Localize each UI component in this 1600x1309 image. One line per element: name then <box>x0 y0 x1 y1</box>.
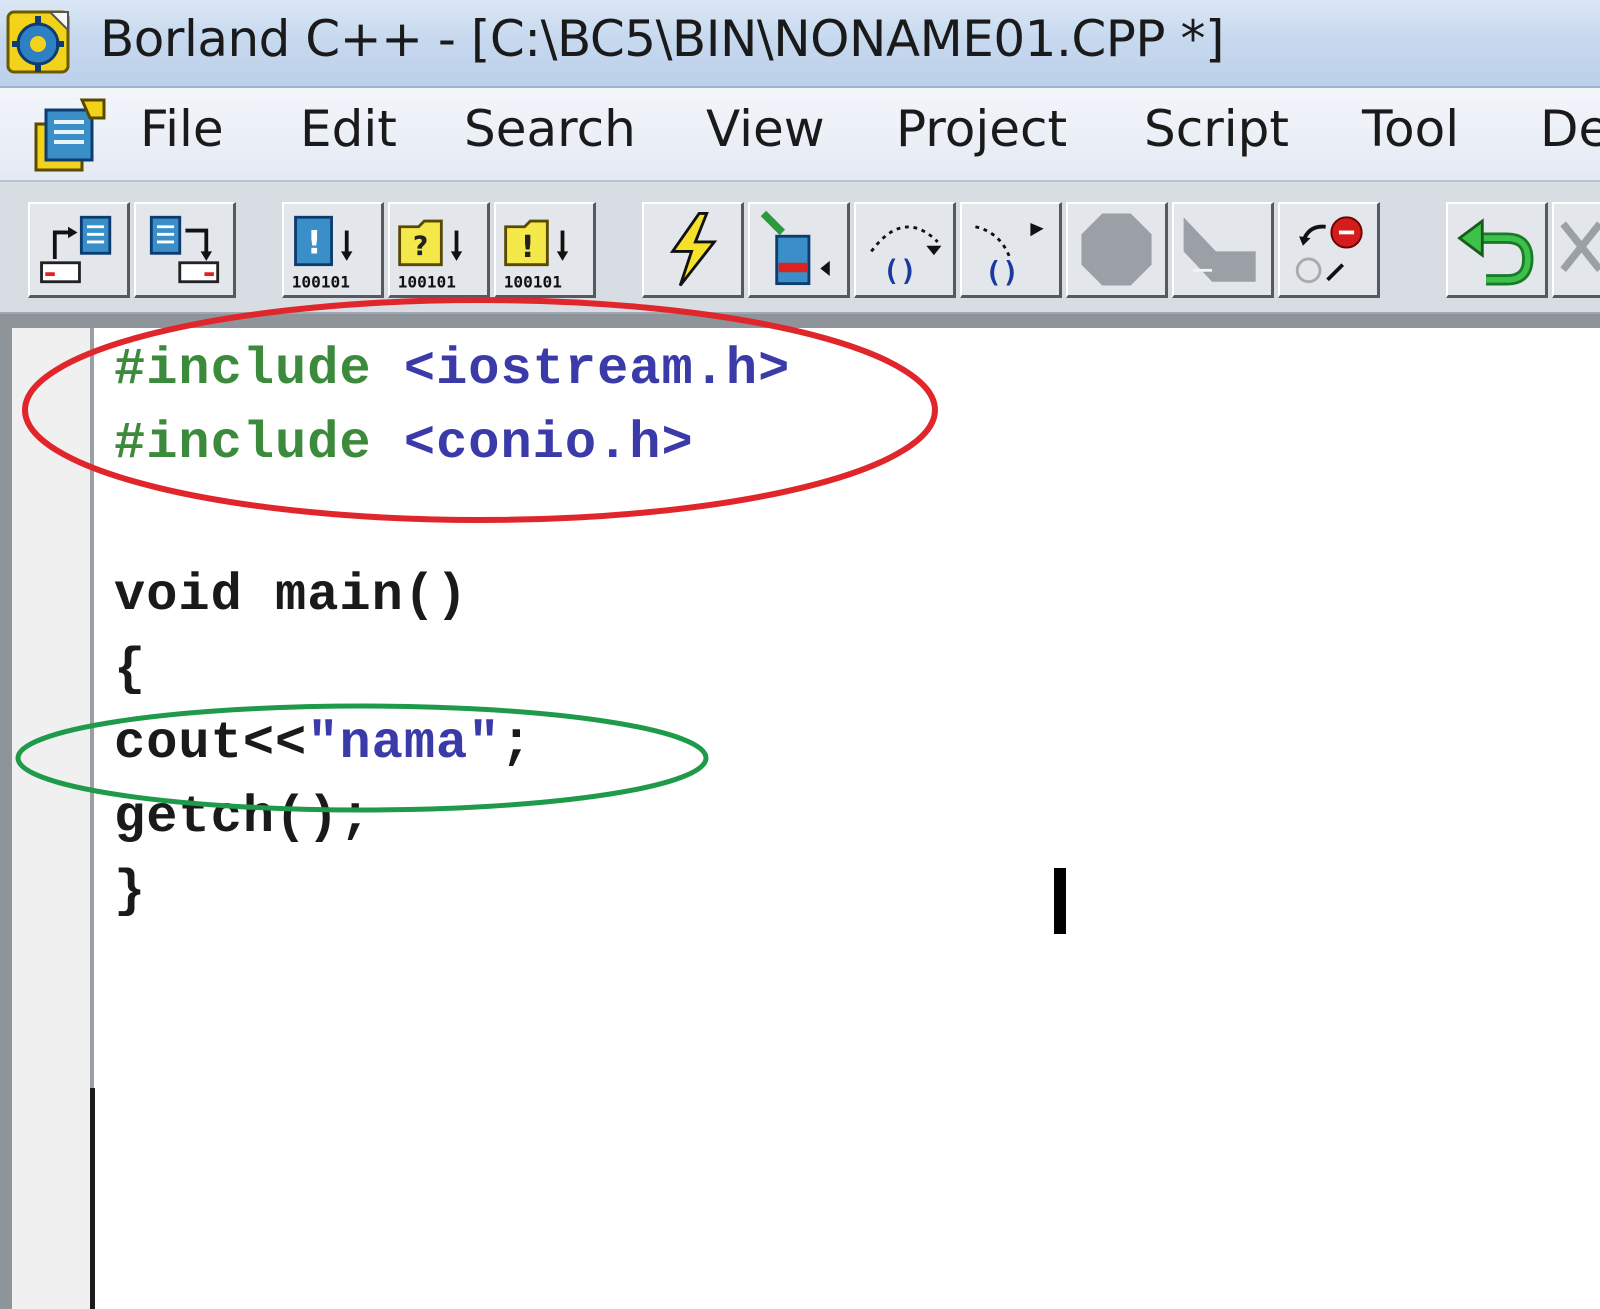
open-file-icon <box>40 215 112 284</box>
editor-gutter <box>12 328 94 1309</box>
breakpoint-button[interactable] <box>1278 202 1380 298</box>
menu-search[interactable]: Search <box>464 100 636 158</box>
run-icon <box>669 212 718 287</box>
toolbar: ! 100101 ? 100101 ! 100101 () () <box>0 182 1600 314</box>
header-name: <conio.h> <box>403 414 694 473</box>
pause-icon <box>1183 217 1256 282</box>
menu-file[interactable]: File <box>140 100 224 158</box>
svg-text:(): () <box>985 256 1019 289</box>
stop-button[interactable] <box>1066 202 1168 298</box>
svg-text:?: ? <box>413 231 428 262</box>
svg-text:!: ! <box>307 223 322 261</box>
undo-button[interactable] <box>1446 202 1548 298</box>
semicolon: ; <box>500 714 533 773</box>
title-bar: Borland C++ - [C:\BC5\BIN\NONAME01.CPP *… <box>0 0 1600 88</box>
header-name: <iostream.h> <box>403 340 791 399</box>
debug-run-button[interactable] <box>748 202 850 298</box>
menu-debug[interactable]: De <box>1540 100 1600 158</box>
cout-operator: cout<< <box>114 714 308 773</box>
debug-run-icon <box>760 210 830 286</box>
menu-edit[interactable]: Edit <box>300 100 397 158</box>
svg-text:100101: 100101 <box>504 272 562 291</box>
breakpoint-icon <box>1295 216 1363 284</box>
preprocessor-directive: #include <box>114 340 372 399</box>
make-icon: ? 100101 <box>398 219 463 291</box>
run-button[interactable] <box>642 202 744 298</box>
step-over-button[interactable]: () <box>854 202 956 298</box>
code-line-4: { <box>114 640 147 699</box>
svg-text:100101: 100101 <box>292 272 350 291</box>
make-button[interactable]: ? 100101 <box>388 202 490 298</box>
menu-project[interactable]: Project <box>896 100 1067 158</box>
cut-icon <box>1560 221 1600 272</box>
svg-text:100101: 100101 <box>398 272 456 291</box>
menu-tool[interactable]: Tool <box>1362 100 1459 158</box>
cut-button[interactable] <box>1552 202 1600 298</box>
undo-icon <box>1457 218 1534 286</box>
pause-button[interactable] <box>1172 202 1274 298</box>
code-line-5: cout<<"nama"; <box>114 714 533 773</box>
compile-button[interactable]: ! 100101 <box>282 202 384 298</box>
code-line-1: #include <iostream.h> <box>114 340 790 399</box>
menu-view[interactable]: View <box>706 100 825 158</box>
step-over-icon: () <box>870 225 942 287</box>
text-cursor <box>1054 868 1066 934</box>
svg-text:!: ! <box>521 230 535 265</box>
compile-icon: ! 100101 <box>292 215 353 291</box>
open-file-button[interactable] <box>28 202 130 298</box>
document-icon[interactable] <box>30 96 110 174</box>
build-all-icon: ! 100101 <box>504 219 569 291</box>
gutter-edge <box>90 1088 95 1309</box>
trace-into-icon: () <box>975 222 1044 289</box>
window-title: Borland C++ - [C:\BC5\BIN\NONAME01.CPP *… <box>100 10 1224 68</box>
borland-gear-icon[interactable] <box>2 6 74 78</box>
code-line-2: #include <conio.h> <box>114 414 694 473</box>
preprocessor-directive: #include <box>114 414 372 473</box>
code-line-7: } <box>114 862 147 921</box>
code-line-3: void main() <box>114 566 469 625</box>
save-file-icon <box>149 215 220 284</box>
string-literal: "nama" <box>307 714 501 773</box>
build-all-button[interactable]: ! 100101 <box>494 202 596 298</box>
save-file-button[interactable] <box>134 202 236 298</box>
stop-icon <box>1081 213 1152 286</box>
menu-bar: File Edit Search View Project Script Too… <box>0 88 1600 182</box>
trace-into-button[interactable]: () <box>960 202 1062 298</box>
menu-script[interactable]: Script <box>1144 100 1289 158</box>
code-line-6: getch(); <box>114 788 372 847</box>
svg-text:(): () <box>883 254 917 287</box>
